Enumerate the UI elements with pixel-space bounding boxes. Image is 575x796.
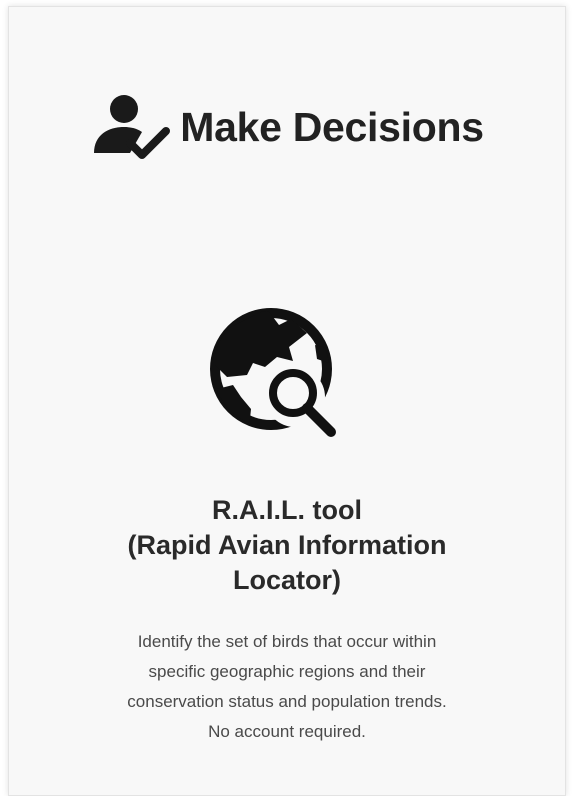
tool-title-line[interactable]: R.A.I.L. tool [49,493,525,528]
globe-search-icon [210,308,336,437]
description-line: No account required. [208,722,366,741]
description-line: specific geographic regions and their [148,662,426,681]
description-line: conservation status and population trend… [127,692,447,711]
tool-card[interactable]: Make Decisions R.A.I.L. tool (Rapid Avia… [8,6,566,796]
tool-title-line[interactable]: (Rapid Avian Information [49,528,525,563]
card-header: Make Decisions [9,91,565,163]
tool-description: Identify the set of birds that occur wit… [69,627,505,747]
description-line: Identify the set of birds that occur wit… [137,632,437,651]
page-title: Make Decisions [180,103,484,150]
tool-title-line[interactable]: Locator) [49,563,525,598]
user-check-icon [94,95,171,159]
tool-title[interactable]: R.A.I.L. tool (Rapid Avian Information L… [49,493,525,598]
